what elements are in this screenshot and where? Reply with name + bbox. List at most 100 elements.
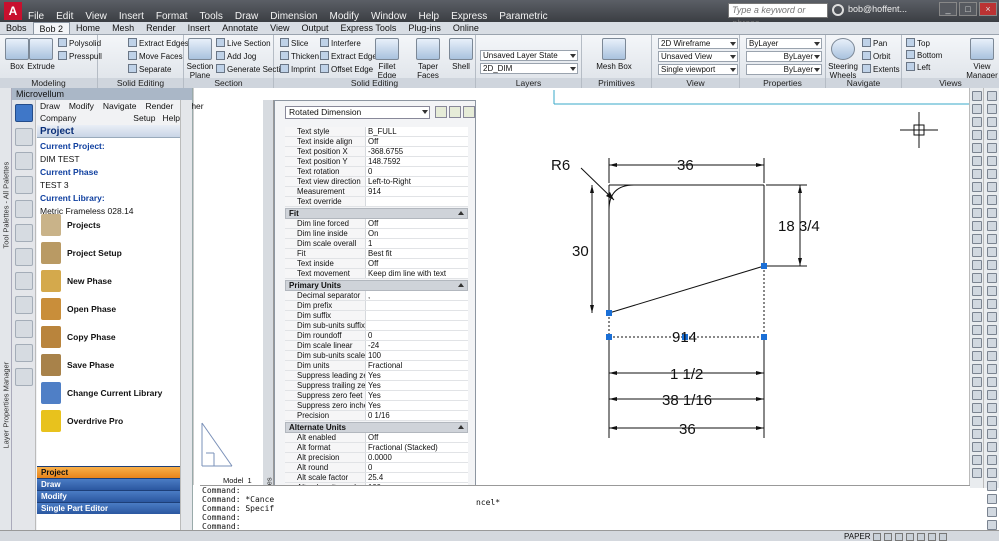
text-property-row[interactable]: Text rotation 0 (285, 167, 468, 177)
dim-2-label[interactable]: 38 1/16 (662, 392, 712, 409)
modify-tool-icon[interactable] (986, 338, 997, 348)
lineweight-dropdown[interactable]: ByLayer (746, 64, 822, 75)
draw-tool-icon[interactable] (971, 455, 982, 465)
primary-units-property-row[interactable]: Suppress zero feet Yes (285, 391, 468, 401)
draw-tool-icon[interactable] (971, 195, 982, 205)
modify-tool-icon[interactable] (986, 377, 997, 387)
modify-tool-icon[interactable] (986, 221, 997, 231)
property-value[interactable]: 148.7592 (366, 157, 468, 166)
alt-units-property-row[interactable]: Alt format Fractional (Stacked) (285, 443, 468, 453)
draw-tool-icon[interactable] (971, 416, 982, 426)
modify-tool-icon[interactable] (986, 312, 997, 322)
clean-screen-icon[interactable] (939, 533, 947, 541)
draw-tool-icon[interactable] (971, 182, 982, 192)
layers-panel-title[interactable]: Layers (476, 78, 581, 88)
property-value[interactable]: Keep dim line with text (366, 269, 468, 278)
draw-tool-icon[interactable] (971, 273, 982, 283)
line-icon[interactable] (15, 128, 33, 146)
microvellum-tool-icon[interactable] (15, 104, 33, 122)
property-value[interactable]: Off (366, 137, 468, 146)
draw-tool-icon[interactable] (971, 312, 982, 322)
menu-parametric[interactable]: Parametric (493, 12, 553, 22)
text-property-row[interactable]: Text position Y 148.7592 (285, 157, 468, 167)
draw-tool-icon[interactable] (971, 143, 982, 153)
draw-tool-icon[interactable] (971, 377, 982, 387)
presspull-button[interactable]: Presspull (58, 51, 102, 63)
toggle-pickadd-icon[interactable] (435, 106, 447, 118)
modify-tool-icon[interactable] (986, 299, 997, 309)
orbit-button[interactable]: Orbit (862, 51, 890, 63)
view-manager-button[interactable]: View Manager (966, 38, 998, 80)
lock-icon[interactable] (906, 533, 914, 541)
view-bottom-button[interactable]: Bottom (906, 50, 942, 62)
primary-units-property-row[interactable]: Dim scale linear -24 (285, 341, 468, 351)
extract-edges-button[interactable]: Extract Edges (128, 38, 189, 50)
mv-menu-company-management[interactable]: Company Management (40, 112, 126, 135)
tab-express-tools[interactable]: Express Tools (335, 22, 403, 34)
open-phase-button[interactable]: Open Phase (37, 297, 177, 321)
view-top-button[interactable]: Top (906, 38, 930, 50)
text-property-row[interactable]: Text inside align Off (285, 137, 468, 147)
property-value[interactable]: Yes (366, 391, 468, 400)
tab-bobs[interactable]: Bobs (0, 22, 33, 34)
modify-tool-icon[interactable] (986, 260, 997, 270)
fit-property-row[interactable]: Fit Best fit (285, 249, 468, 259)
close-button[interactable]: × (979, 2, 997, 16)
text-property-row[interactable]: Text position X -368.6755 (285, 147, 468, 157)
fit-property-row[interactable]: Text movement Keep dim line with text (285, 269, 468, 279)
menu-dimension[interactable]: Dimension (264, 12, 323, 22)
solid-editing-panel-title[interactable]: Solid Editing (98, 78, 183, 88)
section-primary-units[interactable]: Primary Units (285, 280, 468, 291)
visual-style-dropdown[interactable]: 2D Wireframe (658, 38, 738, 49)
view-panel-title[interactable]: View (652, 78, 739, 88)
accordion-single-part-editor[interactable]: Single Part Editor (37, 502, 180, 514)
modify-tool-icon[interactable] (986, 364, 997, 374)
tab-online[interactable]: Online (447, 22, 485, 34)
accordion-project[interactable]: Project (37, 466, 180, 478)
views-panel-title[interactable]: Views (902, 78, 999, 88)
section-fit[interactable]: Fit (285, 208, 468, 219)
text-property-row[interactable]: Text override (285, 197, 468, 207)
property-value[interactable]: Fractional (366, 361, 468, 370)
maximize-button[interactable]: □ (959, 2, 977, 16)
mesh-box-button[interactable]: Mesh Box (594, 38, 634, 71)
draw-tool-icon[interactable] (971, 169, 982, 179)
tool-palettes-label[interactable]: Tool Palettes - All Palettes (2, 162, 11, 249)
fit-property-row[interactable]: Dim line forced Off (285, 219, 468, 229)
text-property-row[interactable]: Measurement 914 (285, 187, 468, 197)
property-value[interactable]: 0 (366, 331, 468, 340)
section-alternate-units[interactable]: Alternate Units (285, 422, 468, 433)
tab-layout-1[interactable]: 1 (247, 476, 251, 485)
tab-annotate[interactable]: Annotate (216, 22, 264, 34)
view-left-button[interactable]: Left (906, 62, 930, 74)
pan-button[interactable]: Pan (862, 38, 887, 50)
dim-3-label[interactable]: 36 (679, 421, 696, 438)
app-logo[interactable]: A (4, 2, 22, 20)
modify-tool-icon[interactable] (986, 416, 997, 426)
interfere-button[interactable]: Interfere (320, 38, 361, 50)
draw-tool-icon[interactable] (971, 390, 982, 400)
draw-tool-icon[interactable] (971, 156, 982, 166)
modify-tool-icon[interactable] (986, 91, 997, 101)
paper-space-toggle[interactable]: PAPER (844, 532, 871, 541)
property-value[interactable]: 100 (366, 351, 468, 360)
modify-tool-icon[interactable] (986, 234, 997, 244)
menu-format[interactable]: Format (150, 12, 194, 22)
select-objects-icon[interactable] (449, 106, 461, 118)
rectangle-icon[interactable] (15, 224, 33, 242)
draw-tool-icon[interactable] (971, 442, 982, 452)
modify-tool-icon[interactable] (986, 455, 997, 465)
fit-property-row[interactable]: Dim line inside On (285, 229, 468, 239)
command-window[interactable]: Command: Command: *Cance Command: Specif… (200, 485, 970, 531)
primary-units-property-row[interactable]: Dim prefix (285, 301, 468, 311)
property-value[interactable]: 0 (366, 463, 468, 472)
menu-help[interactable]: Help (413, 12, 446, 22)
primary-units-property-row[interactable]: Dim sub-units suffix (285, 321, 468, 331)
layer-icon[interactable] (15, 344, 33, 362)
object-type-select[interactable]: Rotated Dimension (285, 106, 430, 119)
property-value[interactable] (366, 321, 468, 330)
primary-units-property-row[interactable]: Suppress leading zerosYes (285, 371, 468, 381)
modify-tool-icon[interactable] (986, 481, 997, 491)
menu-express[interactable]: Express (445, 12, 493, 22)
modify-tool-icon[interactable] (986, 468, 997, 478)
